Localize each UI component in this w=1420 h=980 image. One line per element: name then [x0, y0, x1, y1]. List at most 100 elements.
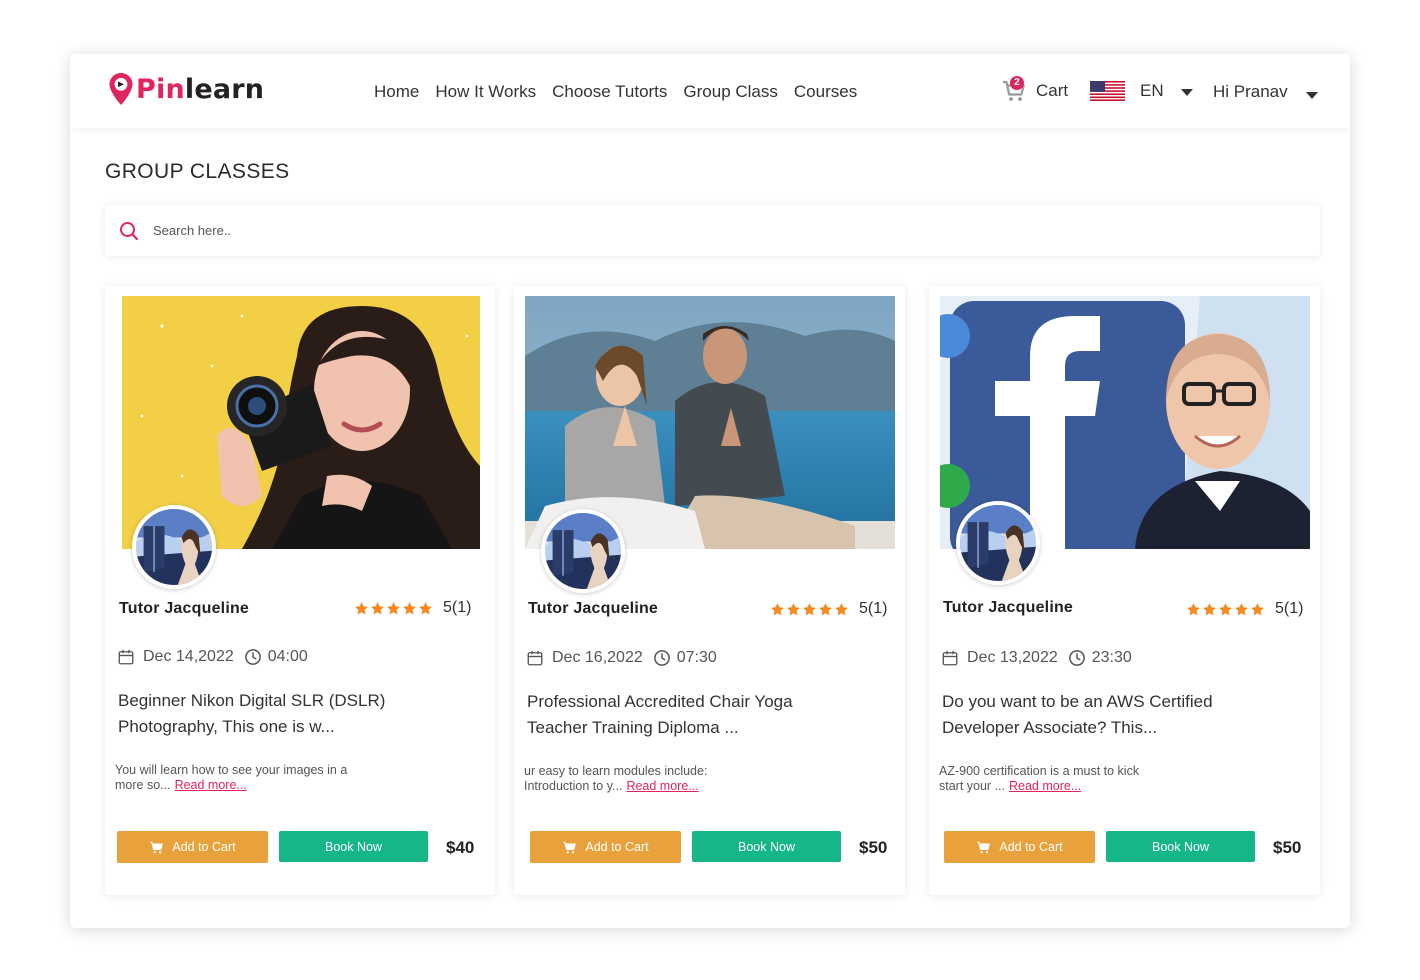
- chevron-down-icon: [1305, 91, 1318, 99]
- nav-how-it-works[interactable]: How It Works: [435, 82, 536, 102]
- cart-link[interactable]: 2 Cart: [1002, 76, 1069, 102]
- book-now-button[interactable]: Book Now: [279, 831, 428, 862]
- class-description: AZ-900 certification is a must to kick s…: [939, 764, 1209, 794]
- calendar-icon: [526, 649, 544, 667]
- top-navbar: Pinlearn Home How It Works Choose Tutort…: [70, 54, 1350, 128]
- nav-courses[interactable]: Courses: [794, 82, 857, 102]
- star-rating: [354, 601, 433, 616]
- tutor-name[interactable]: Tutor Jacqueline: [528, 600, 658, 618]
- class-price: $50: [859, 838, 888, 857]
- brand-logo[interactable]: Pinlearn: [108, 72, 264, 106]
- cart-icon: [562, 841, 577, 854]
- add-to-cart-button[interactable]: Add to Cart: [117, 831, 268, 863]
- tutor-name[interactable]: Tutor Jacqueline: [943, 599, 1073, 617]
- star-icon: [1234, 602, 1249, 617]
- tutor-avatar[interactable]: [132, 505, 216, 589]
- class-description: ur easy to learn modules include: Introd…: [524, 764, 794, 794]
- add-to-cart-label: Add to Cart: [172, 840, 236, 854]
- book-now-button[interactable]: Book Now: [1106, 831, 1255, 862]
- language-selector[interactable]: EN: [1090, 81, 1193, 101]
- tutor-name[interactable]: Tutor Jacqueline: [119, 600, 249, 618]
- rating-count: 5(1): [443, 599, 472, 616]
- class-title-line: Photography, This one is w...: [118, 717, 335, 736]
- schedule: Dec 16,2022 07:30: [526, 649, 717, 667]
- description-line: AZ-900 certification is a must to kick: [939, 764, 1140, 778]
- tutor-avatar[interactable]: [541, 509, 625, 593]
- class-title-line: Developer Associate? This...: [942, 718, 1158, 737]
- description-line: You will learn how to see your images in…: [115, 763, 348, 777]
- star-icon: [1202, 602, 1217, 617]
- class-title[interactable]: Do you want to be an AWS Certified Devel…: [942, 689, 1242, 741]
- nav-group-class[interactable]: Group Class: [683, 82, 777, 102]
- brand-name: Pinlearn: [136, 74, 264, 105]
- class-card[interactable]: Tutor Jacqueline 5(1) Dec 14,2022 04:00 …: [105, 286, 495, 895]
- star-icon: [770, 602, 785, 617]
- language-label: EN: [1140, 81, 1164, 100]
- star-icon: [818, 602, 833, 617]
- star-icon: [370, 601, 385, 616]
- user-menu[interactable]: Hi Pranav: [1213, 82, 1318, 102]
- add-to-cart-button[interactable]: Add to Cart: [530, 831, 681, 863]
- rating-count: 5(1): [859, 600, 888, 617]
- user-greeting: Hi Pranav: [1213, 82, 1288, 101]
- class-time: 07:30: [676, 649, 717, 666]
- add-to-cart-label: Add to Cart: [999, 840, 1063, 854]
- main-nav: Home How It Works Choose Tutorts Group C…: [374, 82, 857, 102]
- rating: 5(1): [354, 599, 471, 617]
- cart-label: Cart: [1036, 81, 1069, 100]
- class-time: 23:30: [1091, 649, 1132, 666]
- class-card[interactable]: Tutor Jacqueline 5(1) Dec 13,2022 23:30 …: [929, 286, 1320, 895]
- cart-icon: [149, 841, 164, 854]
- class-description: You will learn how to see your images in…: [115, 763, 385, 793]
- page-title: GROUP CLASSES: [105, 160, 290, 183]
- tutor-avatar[interactable]: [956, 501, 1040, 585]
- read-more-link[interactable]: Read more...: [626, 779, 698, 793]
- rating-count: 5(1): [1275, 600, 1304, 617]
- class-title-line: Professional Accredited Chair Yoga: [527, 692, 793, 711]
- nav-home[interactable]: Home: [374, 82, 419, 102]
- star-icon: [786, 602, 801, 617]
- search-input[interactable]: [153, 223, 753, 238]
- add-to-cart-label: Add to Cart: [585, 840, 649, 854]
- class-title-line: Do you want to be an AWS Certified: [942, 692, 1213, 711]
- schedule: Dec 13,2022 23:30: [941, 649, 1132, 667]
- read-more-link[interactable]: Read more...: [175, 778, 247, 792]
- star-icon: [418, 601, 433, 616]
- cart-icon: [976, 841, 991, 854]
- class-title[interactable]: Professional Accredited Chair Yoga Teach…: [527, 689, 827, 741]
- search-icon: [120, 221, 139, 240]
- cart-icon: 2: [1002, 76, 1026, 102]
- description-line: Introduction to y...: [524, 779, 623, 793]
- cart-count-badge: 2: [1010, 76, 1024, 90]
- book-now-button[interactable]: Book Now: [692, 831, 841, 862]
- star-icon: [354, 601, 369, 616]
- class-title-line: Beginner Nikon Digital SLR (DSLR): [118, 691, 386, 710]
- location-pin-icon: [109, 73, 133, 105]
- clock-icon: [1068, 649, 1086, 667]
- class-date: Dec 14,2022: [143, 648, 234, 665]
- schedule: Dec 14,2022 04:00: [117, 648, 308, 666]
- brand-name-first: Pin: [136, 73, 185, 105]
- description-line: ur easy to learn modules include:: [524, 764, 708, 778]
- us-flag-icon: [1090, 81, 1125, 101]
- calendar-icon: [117, 648, 135, 666]
- clock-icon: [653, 649, 671, 667]
- search-bar[interactable]: [105, 205, 1320, 256]
- description-line: more so...: [115, 778, 171, 792]
- read-more-link[interactable]: Read more...: [1009, 779, 1081, 793]
- class-date: Dec 13,2022: [967, 649, 1058, 666]
- class-card[interactable]: Tutor Jacqueline 5(1) Dec 16,2022 07:30 …: [514, 286, 905, 895]
- class-title[interactable]: Beginner Nikon Digital SLR (DSLR) Photog…: [118, 688, 418, 740]
- nav-choose-tutors[interactable]: Choose Tutorts: [552, 82, 667, 102]
- star-icon: [386, 601, 401, 616]
- star-icon: [402, 601, 417, 616]
- star-rating: [770, 602, 849, 617]
- star-icon: [802, 602, 817, 617]
- add-to-cart-button[interactable]: Add to Cart: [944, 831, 1095, 863]
- star-icon: [1186, 602, 1201, 617]
- star-rating: [1186, 602, 1265, 617]
- star-icon: [1250, 602, 1265, 617]
- class-time: 04:00: [267, 648, 308, 665]
- calendar-icon: [941, 649, 959, 667]
- app-window: Pinlearn Home How It Works Choose Tutort…: [70, 54, 1350, 928]
